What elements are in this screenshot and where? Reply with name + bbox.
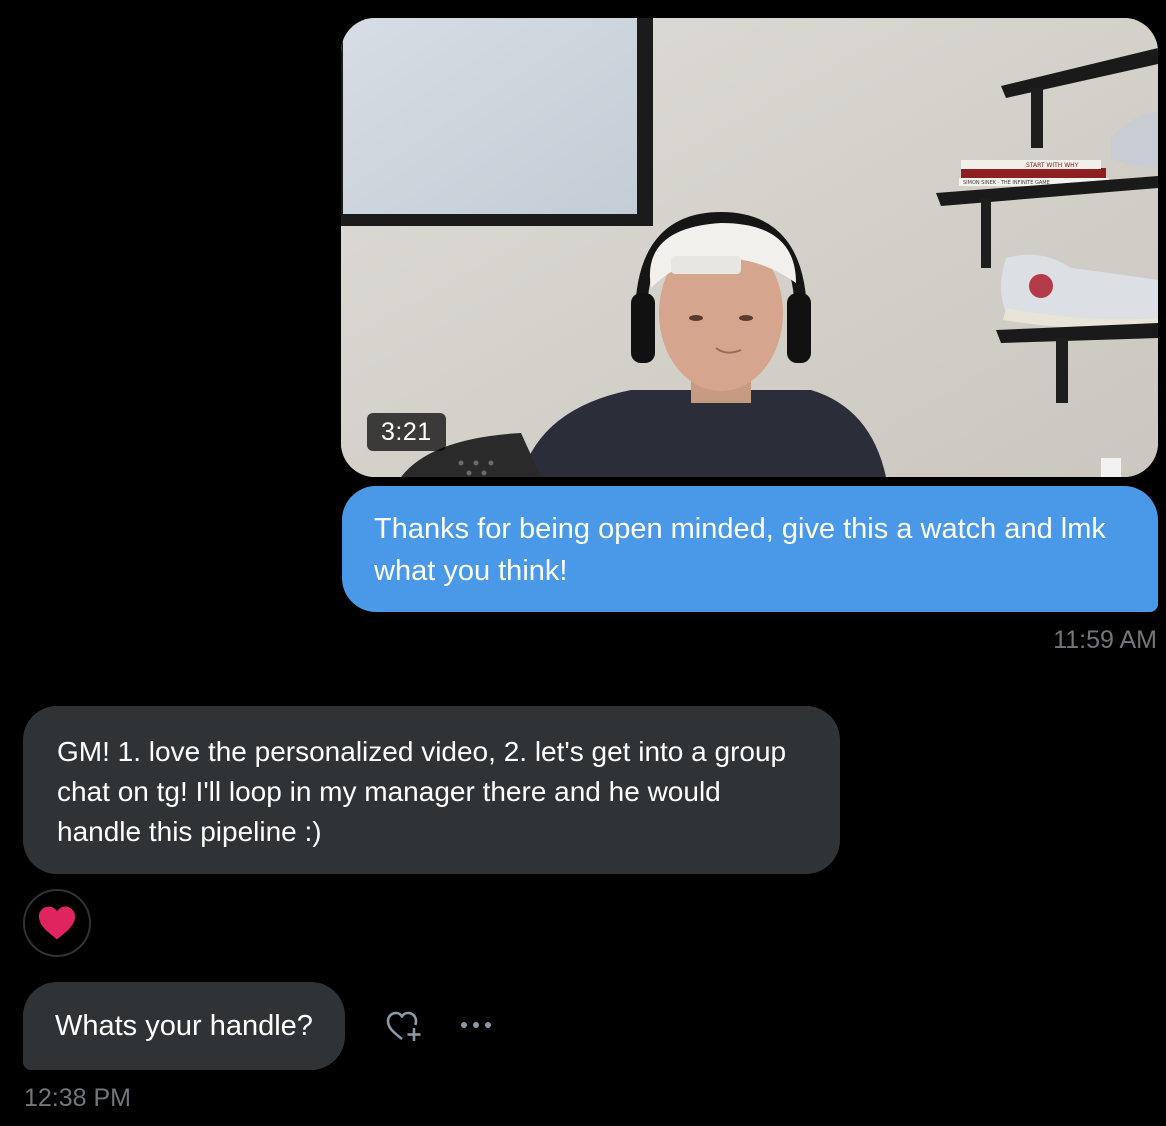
incoming-message-text: GM! 1. love the personalized video, 2. l…: [57, 736, 787, 847]
outgoing-message-bubble[interactable]: Thanks for being open minded, give this …: [342, 486, 1158, 612]
outgoing-message-timestamp: 11:59 AM: [1053, 626, 1157, 654]
more-options-button[interactable]: [456, 1012, 496, 1038]
incoming-message-2-text: Whats your handle?: [55, 1010, 313, 1042]
video-duration-badge: 3:21: [367, 413, 446, 451]
message-reaction[interactable]: [23, 889, 91, 957]
heart-icon: [39, 906, 75, 940]
heart-plus-icon: [386, 1011, 421, 1041]
more-dots-icon: [461, 1022, 491, 1028]
dm-conversation: START WITH WHY SIMON SINEK · THE INFINIT…: [0, 0, 1166, 1126]
incoming-message-bubble-2[interactable]: Whats your handle?: [23, 982, 345, 1070]
incoming-message-bubble[interactable]: GM! 1. love the personalized video, 2. l…: [23, 706, 840, 874]
add-reaction-button[interactable]: [384, 1008, 426, 1044]
book-spine-bottom: SIMON SINEK · THE INFINITE GAME: [963, 180, 1050, 186]
video-thumbnail: START WITH WHY SIMON SINEK · THE INFINIT…: [341, 18, 1158, 477]
outgoing-message-text: Thanks for being open minded, give this …: [374, 513, 1106, 587]
incoming-message-timestamp: 12:38 PM: [24, 1084, 132, 1112]
book-spine-top: START WITH WHY: [1026, 162, 1079, 169]
video-attachment[interactable]: START WITH WHY SIMON SINEK · THE INFINIT…: [341, 18, 1158, 477]
